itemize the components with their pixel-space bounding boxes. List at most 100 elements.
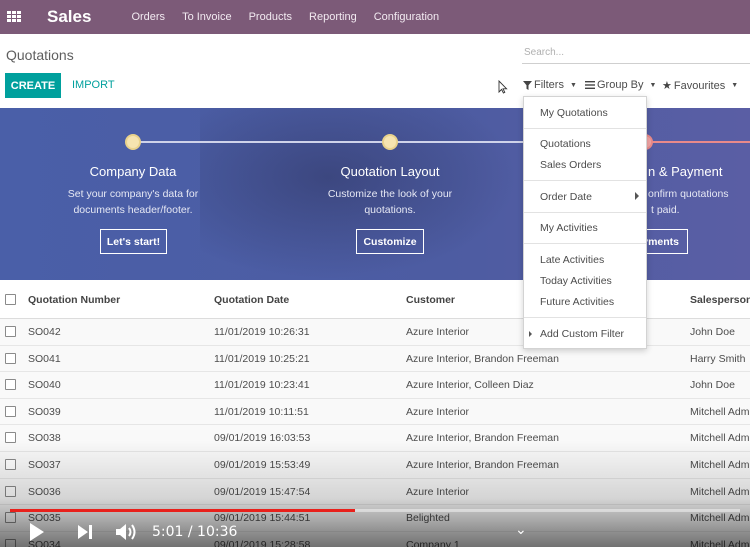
cell-quotation-date: 09/01/2019 15:28:58 (214, 538, 311, 547)
separator (524, 317, 646, 318)
cell-salesperson: Mitchell Adm (690, 459, 750, 471)
cell-salesperson: John Doe (690, 379, 735, 392)
menu-orders[interactable]: Orders (131, 11, 165, 23)
video-progress-played (10, 509, 355, 512)
column-header-quotation-date[interactable]: Quotation Date (214, 294, 289, 306)
row-checkbox[interactable] (5, 485, 16, 497)
table-row[interactable]: SO039 11/01/2019 10:11:51 Azure Interior Mi… (0, 398, 750, 426)
favourites-button[interactable]: ★ Favourites ▼ (662, 79, 739, 93)
group-by-label: Group By (597, 79, 644, 91)
filters-label: Filters (534, 79, 564, 91)
cell-quotation-number: SO036 (28, 485, 61, 498)
app-name[interactable]: Sales (47, 7, 91, 27)
cell-quotation-number: SO039 (28, 405, 61, 418)
list-icon (585, 81, 595, 89)
next-icon[interactable] (77, 524, 93, 540)
favourites-label: Favourites (673, 79, 726, 92)
row-checkbox[interactable] (5, 352, 16, 364)
cell-salesperson: Mitchell Adm (690, 485, 750, 498)
import-button[interactable]: IMPORT (72, 79, 115, 91)
step-dot (382, 134, 398, 150)
search-input[interactable] (522, 42, 750, 64)
cell-quotation-date: 11/01/2019 10:11:51 (214, 405, 309, 418)
cell-quotation-date: 11/01/2019 10:23:41 (214, 379, 310, 392)
table-row[interactable]: SO037 09/01/2019 15:53:49 Azure Interior, … (0, 452, 750, 479)
top-navbar: Sales Orders To Invoice Products Reporti… (0, 0, 750, 34)
menu-products[interactable]: Products (249, 11, 292, 23)
filter-my-activities[interactable]: My Activities (540, 222, 598, 234)
row-checkbox[interactable] (5, 459, 16, 470)
expand-arrow-icon (529, 331, 532, 337)
cell-salesperson: Mitchell Adm (690, 432, 750, 445)
progress-line (133, 141, 390, 143)
cell-customer: Azure Interior (406, 485, 470, 498)
cell-salesperson: Harry Smith (690, 352, 746, 365)
step-description: Customize the look of your quotations. (327, 188, 453, 216)
separator (524, 212, 646, 213)
cell-customer: Azure Interior, Brandon Freeman (406, 432, 559, 445)
row-checkbox[interactable] (5, 432, 16, 444)
apps-grid-icon[interactable] (7, 11, 21, 23)
filters-button[interactable]: Filters ▼ (523, 79, 577, 91)
table-row[interactable]: SO034 09/01/2019 15:28:58 Company 1 Mitchel… (0, 531, 750, 547)
table-row[interactable]: SO038 09/01/2019 16:03:53 Azure Interior, … (0, 425, 750, 452)
column-header-salesperson[interactable]: Salesperson (690, 294, 750, 306)
row-checkbox[interactable] (5, 379, 16, 391)
menu-configuration[interactable]: Configuration (374, 11, 439, 23)
filter-order-date[interactable]: Order Date (540, 191, 592, 203)
caret-down-icon: ▼ (731, 82, 739, 89)
row-checkbox[interactable] (5, 512, 16, 524)
cell-customer: Azure Interior (406, 326, 470, 338)
filter-quotations[interactable]: Quotations (540, 138, 591, 150)
group-by-button[interactable]: Group By ▼ (585, 79, 656, 91)
table-row[interactable]: SO041 11/01/2019 10:25:21 Azure Interior, … (0, 345, 750, 373)
select-all-checkbox[interactable] (5, 294, 16, 305)
table-row[interactable]: SO040 11/01/2019 10:23:41 Azure Interior, … (0, 372, 750, 399)
filter-sales-orders[interactable]: Sales Orders (540, 159, 601, 171)
play-icon[interactable] (28, 521, 46, 543)
cell-salesperson: Mitchell Adm (690, 405, 750, 418)
column-header-quotation-number[interactable]: Quotation Number (28, 294, 120, 306)
column-header-customer[interactable]: Customer (406, 294, 455, 306)
funnel-icon (523, 80, 532, 90)
cell-customer: Azure Interior, Brandon Freeman (406, 352, 559, 365)
step-title: Company Data (89, 164, 177, 179)
add-custom-filter[interactable]: Add Custom Filter (540, 328, 624, 340)
row-checkbox[interactable] (5, 405, 16, 417)
cell-quotation-date: 11/01/2019 10:26:31 (214, 326, 310, 338)
menu-to-invoice[interactable]: To Invoice (182, 11, 232, 23)
cell-salesperson: John Doe (690, 326, 735, 338)
filter-future-activities[interactable]: Future Activities (540, 296, 614, 308)
table-row[interactable]: SO036 09/01/2019 15:47:54 Azure Interior Mi… (0, 478, 750, 506)
progress-line (645, 141, 750, 143)
breadcrumb: Quotations (6, 47, 74, 63)
cell-quotation-date: 11/01/2019 10:25:21 (214, 352, 310, 365)
separator (524, 128, 646, 129)
star-icon: ★ (662, 80, 672, 92)
volume-icon[interactable] (115, 522, 139, 542)
cell-customer: Azure Interior, Brandon Freeman (406, 459, 559, 471)
row-checkbox[interactable] (5, 326, 16, 337)
chevron-down-icon[interactable]: ⌄ (515, 521, 527, 538)
cell-customer: Company 1 (406, 538, 460, 547)
filters-dropdown: My Quotations Quotations Sales Orders Or… (523, 96, 647, 349)
step-title: Quotation Layout (340, 164, 440, 179)
cell-quotation-date: 09/01/2019 15:44:51 (214, 512, 311, 525)
cell-quotation-number: SO041 (28, 352, 61, 365)
video-progress-bar[interactable] (10, 509, 740, 512)
cell-customer: Azure Interior, Colleen Diaz (406, 379, 534, 392)
lets-start-button[interactable]: Let's start! (100, 229, 167, 254)
create-button[interactable]: CREATE (5, 73, 61, 98)
caret-down-icon: ▼ (569, 81, 577, 89)
cell-quotation-number: SO037 (28, 459, 61, 471)
row-checkbox[interactable] (5, 538, 16, 547)
caret-down-icon: ▼ (649, 81, 657, 89)
filter-today-activities[interactable]: Today Activities (540, 275, 612, 287)
filter-late-activities[interactable]: Late Activities (540, 254, 604, 266)
filter-my-quotations[interactable]: My Quotations (540, 107, 608, 119)
cell-quotation-date: 09/01/2019 16:03:53 (214, 432, 311, 445)
menu-reporting[interactable]: Reporting (309, 11, 357, 23)
step-description: Set your company's data for documents hea… (67, 188, 199, 216)
step-dot (125, 134, 141, 150)
customize-button[interactable]: Customize (356, 229, 424, 254)
